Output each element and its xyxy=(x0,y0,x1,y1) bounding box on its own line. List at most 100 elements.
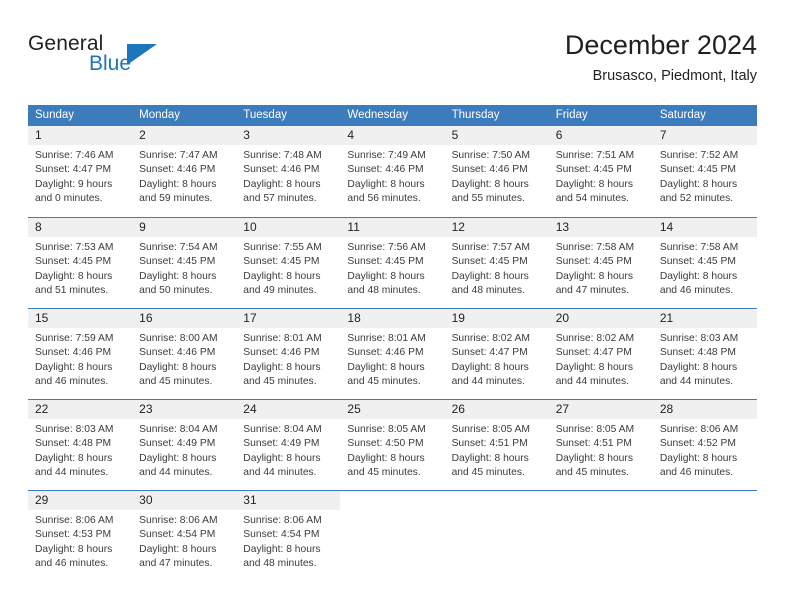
day-cell[interactable]: 1 Sunrise: 7:46 AM Sunset: 4:47 PM Dayli… xyxy=(28,126,133,217)
day-details: Sunrise: 8:04 AM Sunset: 4:49 PM Dayligh… xyxy=(132,419,236,480)
day-cell[interactable]: 25 Sunrise: 8:05 AM Sunset: 4:50 PM Dayl… xyxy=(340,400,445,490)
day-cell[interactable]: 24 Sunrise: 8:04 AM Sunset: 4:49 PM Dayl… xyxy=(236,400,341,490)
day-cell[interactable]: 16 Sunrise: 8:00 AM Sunset: 4:46 PM Dayl… xyxy=(132,309,237,399)
daylight-text-line2: and 44 minutes. xyxy=(659,375,734,387)
day-number: 7 xyxy=(659,128,667,142)
daylight-text-line2: and 46 minutes. xyxy=(35,557,109,569)
day-cell[interactable]: 10 Sunrise: 7:55 AM Sunset: 4:45 PM Dayl… xyxy=(236,218,341,308)
day-cell[interactable]: 9 Sunrise: 7:54 AM Sunset: 4:45 PM Dayli… xyxy=(132,218,237,308)
day-number: 15 xyxy=(35,311,49,325)
sunrise-text: Sunrise: 7:46 AM xyxy=(35,150,114,161)
day-number-band: 23 xyxy=(132,400,237,419)
day-details: Sunrise: 7:54 AM Sunset: 4:45 PM Dayligh… xyxy=(132,237,236,298)
daylight-text-line2: and 46 minutes. xyxy=(659,466,734,478)
daylight-text-line1: Daylight: 8 hours xyxy=(451,361,529,373)
calendar-page: General Blue December 2024 Brusasco, Pie… xyxy=(0,0,792,612)
sunset-text: Sunset: 4:45 PM xyxy=(139,256,216,268)
daylight-text-line2: and 50 minutes. xyxy=(139,284,213,296)
day-cell[interactable]: 28 Sunrise: 8:06 AM Sunset: 4:52 PM Dayl… xyxy=(652,400,757,490)
day-cell[interactable]: 29 Sunrise: 8:06 AM Sunset: 4:53 PM Dayl… xyxy=(28,491,133,581)
day-cell[interactable]: 2 Sunrise: 7:47 AM Sunset: 4:46 PM Dayli… xyxy=(132,126,237,217)
day-number: 8 xyxy=(35,220,42,234)
day-details: Sunrise: 8:01 AM Sunset: 4:46 PM Dayligh… xyxy=(340,328,444,389)
day-cell[interactable]: 3 Sunrise: 7:48 AM Sunset: 4:46 PM Dayli… xyxy=(236,126,341,217)
sunrise-text: Sunrise: 7:58 AM xyxy=(659,242,739,253)
day-cell[interactable]: 11 Sunrise: 7:56 AM Sunset: 4:45 PM Dayl… xyxy=(340,218,445,308)
sunset-text: Sunset: 4:46 PM xyxy=(139,347,216,359)
daylight-text-line2: and 49 minutes. xyxy=(243,284,317,296)
daylight-text-line1: Daylight: 8 hours xyxy=(451,178,529,190)
sunrise-text: Sunrise: 7:50 AM xyxy=(451,150,530,161)
sunrise-text: Sunrise: 8:05 AM xyxy=(451,424,530,435)
day-cell[interactable]: 30 Sunrise: 8:06 AM Sunset: 4:54 PM Dayl… xyxy=(132,491,237,581)
day-number-band xyxy=(444,491,549,510)
daylight-text-line1: Daylight: 8 hours xyxy=(243,270,321,282)
day-number: 30 xyxy=(139,493,153,507)
sunrise-text: Sunrise: 7:49 AM xyxy=(347,150,426,161)
daylight-text-line1: Daylight: 8 hours xyxy=(659,270,738,282)
day-number: 14 xyxy=(659,220,674,234)
day-cell[interactable]: 31 Sunrise: 8:06 AM Sunset: 4:54 PM Dayl… xyxy=(236,491,341,581)
page-subtitle: Brusasco, Piedmont, Italy xyxy=(592,68,757,84)
day-details: Sunrise: 8:05 AM Sunset: 4:51 PM Dayligh… xyxy=(549,419,653,480)
day-cell[interactable]: 12 Sunrise: 7:57 AM Sunset: 4:45 PM Dayl… xyxy=(444,218,549,308)
title-block: December 2024 Brusasco, Piedmont, Italy xyxy=(565,28,757,87)
day-cell[interactable]: 26 Sunrise: 8:05 AM Sunset: 4:51 PM Dayl… xyxy=(444,400,549,490)
daylight-text-line1: Daylight: 8 hours xyxy=(139,270,217,282)
day-cell[interactable]: 21 Sunrise: 8:03 AM Sunset: 4:48 PM Dayl… xyxy=(652,309,757,399)
day-details: Sunrise: 8:03 AM Sunset: 4:48 PM Dayligh… xyxy=(653,328,757,389)
day-cell-empty xyxy=(652,491,757,581)
day-number: 4 xyxy=(347,128,355,142)
daylight-text-line1: Daylight: 8 hours xyxy=(659,452,738,464)
sunrise-text: Sunrise: 8:00 AM xyxy=(139,333,218,344)
day-number-band: 6 xyxy=(548,126,653,145)
page-header: General Blue December 2024 Brusasco, Pie… xyxy=(28,28,757,94)
day-cell[interactable]: 4 Sunrise: 7:49 AM Sunset: 4:46 PM Dayli… xyxy=(340,126,445,217)
day-cell[interactable]: 19 Sunrise: 8:02 AM Sunset: 4:47 PM Dayl… xyxy=(444,309,549,399)
generalblue-logo[interactable]: General Blue xyxy=(28,32,258,88)
day-cell[interactable]: 20 Sunrise: 8:02 AM Sunset: 4:47 PM Dayl… xyxy=(548,309,653,399)
day-number: 10 xyxy=(243,220,257,234)
day-cell[interactable]: 8 Sunrise: 7:53 AM Sunset: 4:45 PM Dayli… xyxy=(28,218,133,308)
day-cell[interactable]: 14 Sunrise: 7:58 AM Sunset: 4:45 PM Dayl… xyxy=(652,218,757,308)
day-cell[interactable]: 13 Sunrise: 7:58 AM Sunset: 4:45 PM Dayl… xyxy=(548,218,653,308)
day-number-band xyxy=(652,491,757,510)
day-cell[interactable]: 23 Sunrise: 8:04 AM Sunset: 4:49 PM Dayl… xyxy=(132,400,237,490)
daylight-text-line2: and 51 minutes. xyxy=(35,284,109,296)
day-cell[interactable]: 5 Sunrise: 7:50 AM Sunset: 4:46 PM Dayli… xyxy=(444,126,549,217)
daylight-text-line1: Daylight: 8 hours xyxy=(139,452,217,464)
day-number-band: 12 xyxy=(444,218,549,237)
logo-text-blue: Blue xyxy=(89,52,132,75)
day-number: 31 xyxy=(243,493,257,507)
daylight-text-line2: and 44 minutes. xyxy=(139,466,213,478)
sunset-text: Sunset: 4:52 PM xyxy=(659,438,736,450)
sunset-text: Sunset: 4:46 PM xyxy=(451,164,528,176)
day-number: 18 xyxy=(347,311,361,325)
day-number: 6 xyxy=(555,128,563,142)
day-number-band: 13 xyxy=(548,218,653,237)
day-number-band: 11 xyxy=(340,218,445,237)
day-number: 5 xyxy=(451,128,459,142)
day-cell[interactable]: 18 Sunrise: 8:01 AM Sunset: 4:46 PM Dayl… xyxy=(340,309,445,399)
day-cell[interactable]: 15 Sunrise: 7:59 AM Sunset: 4:46 PM Dayl… xyxy=(28,309,133,399)
day-cell[interactable]: 27 Sunrise: 8:05 AM Sunset: 4:51 PM Dayl… xyxy=(548,400,653,490)
day-details: Sunrise: 7:56 AM Sunset: 4:45 PM Dayligh… xyxy=(340,237,444,298)
calendar-week-row: 1 Sunrise: 7:46 AM Sunset: 4:47 PM Dayli… xyxy=(28,126,757,217)
day-cell[interactable]: 6 Sunrise: 7:51 AM Sunset: 4:45 PM Dayli… xyxy=(548,126,653,217)
day-cell[interactable]: 7 Sunrise: 7:52 AM Sunset: 4:45 PM Dayli… xyxy=(652,126,757,217)
sunset-text: Sunset: 4:46 PM xyxy=(35,347,112,359)
sunset-text: Sunset: 4:46 PM xyxy=(347,164,424,176)
day-cell[interactable]: 17 Sunrise: 8:01 AM Sunset: 4:46 PM Dayl… xyxy=(236,309,341,399)
daylight-text-line1: Daylight: 8 hours xyxy=(451,452,529,464)
day-number: 24 xyxy=(243,402,257,416)
sunrise-text: Sunrise: 8:04 AM xyxy=(243,424,322,435)
day-cell[interactable]: 22 Sunrise: 8:03 AM Sunset: 4:48 PM Dayl… xyxy=(28,400,133,490)
sunset-text: Sunset: 4:45 PM xyxy=(35,256,112,268)
daylight-text-line1: Daylight: 8 hours xyxy=(659,361,738,373)
day-number-band xyxy=(548,491,653,510)
calendar-week-row: 15 Sunrise: 7:59 AM Sunset: 4:46 PM Dayl… xyxy=(28,308,757,399)
day-details: Sunrise: 8:02 AM Sunset: 4:47 PM Dayligh… xyxy=(445,328,549,389)
sunset-text: Sunset: 4:49 PM xyxy=(243,438,320,450)
day-number-band: 10 xyxy=(236,218,341,237)
day-number: 2 xyxy=(139,128,146,142)
